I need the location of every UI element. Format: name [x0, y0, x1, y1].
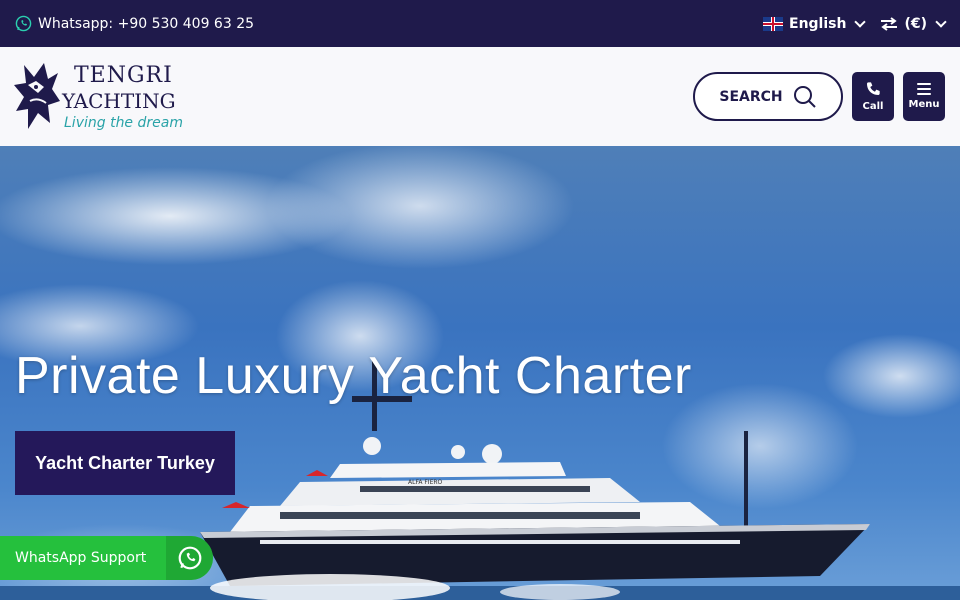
menu-button[interactable]: Menu [903, 72, 945, 121]
logo-text-line2: YACHTING [62, 89, 176, 113]
site-header: TENGRI YACHTING Living the dream SEARCH … [0, 47, 960, 146]
whatsapp-icon [15, 15, 32, 32]
site-logo[interactable]: TENGRI YACHTING Living the dream [14, 61, 194, 133]
swap-arrows-icon [881, 16, 898, 31]
currency-selector[interactable]: (€) [880, 15, 947, 32]
top-bar: Whatsapp: +90 530 409 63 25 English (€) [0, 0, 960, 47]
logo-tagline: Living the dream [64, 115, 183, 131]
uk-flag-icon [763, 16, 783, 31]
menu-label: Menu [908, 99, 940, 110]
chevron-down-icon [854, 15, 867, 28]
hamburger-icon [917, 83, 931, 95]
language-label: English [789, 15, 847, 32]
whatsapp-support-button[interactable]: WhatsApp Support [0, 536, 213, 580]
whatsapp-contact-link[interactable]: Whatsapp: +90 530 409 63 25 [15, 15, 254, 32]
search-button[interactable]: SEARCH [693, 72, 843, 121]
phone-icon [867, 82, 880, 95]
yacht-charter-turkey-button[interactable]: Yacht Charter Turkey [15, 431, 235, 495]
yacht-name-text: ALFA FIERO [408, 479, 443, 486]
whatsapp-support-label: WhatsApp Support [15, 550, 147, 566]
whatsapp-icon [178, 546, 201, 570]
hero-title: Private Luxury Yacht Charter [15, 347, 692, 405]
wolf-logo-icon [14, 63, 60, 129]
currency-label: (€) [904, 15, 927, 32]
hero-banner: ALFA FIERO Private Luxury Yacht Charter … [0, 146, 960, 600]
logo-text-line1: TENGRI [74, 63, 173, 88]
call-button[interactable]: Call [852, 72, 894, 121]
language-selector[interactable]: English [763, 15, 867, 32]
search-icon [793, 85, 816, 108]
chevron-down-icon [935, 15, 947, 28]
call-label: Call [862, 101, 884, 112]
search-label: SEARCH [719, 88, 783, 105]
whatsapp-number: Whatsapp: +90 530 409 63 25 [38, 15, 255, 32]
